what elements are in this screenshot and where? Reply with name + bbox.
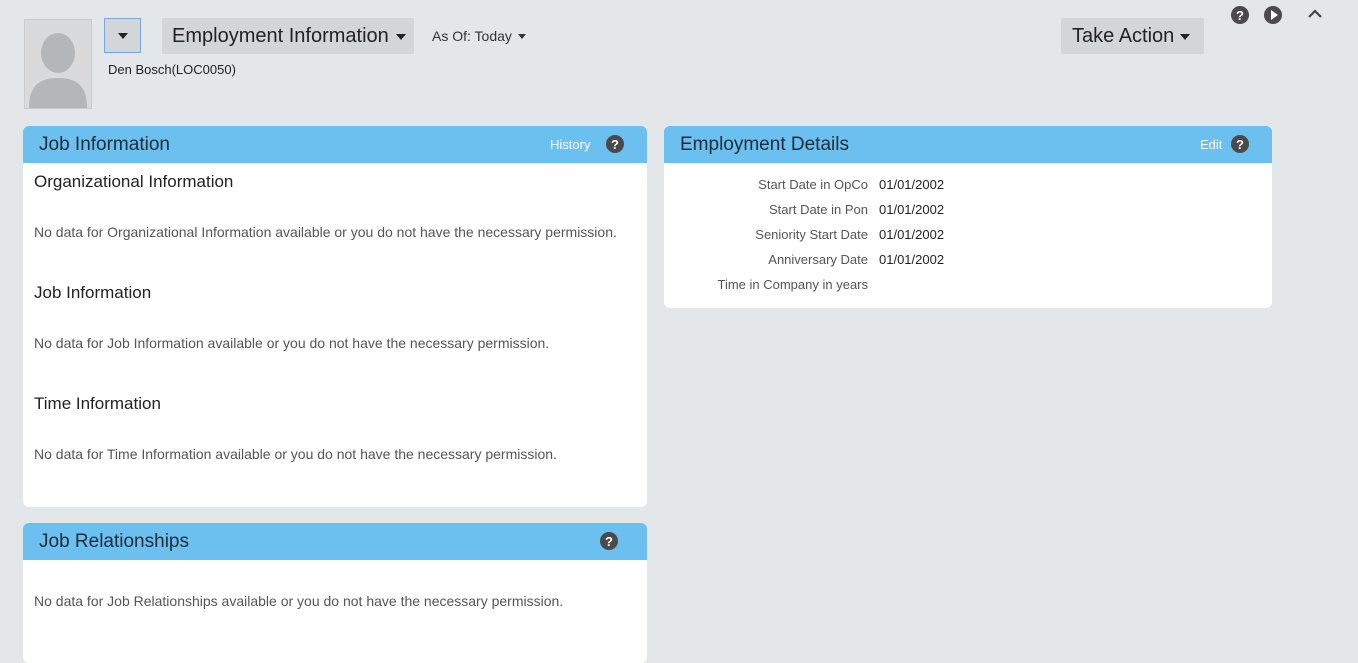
no-data-message: No data for Time Information available o… — [34, 446, 557, 462]
as-of-label: As Of: Today — [432, 28, 512, 44]
help-icon[interactable]: ? — [1231, 6, 1249, 24]
edit-link[interactable]: Edit — [1200, 137, 1222, 152]
detail-row: Start Date in OpCo 01/01/2002 — [664, 177, 1272, 195]
chevron-down-icon — [517, 33, 526, 39]
employment-details-header: Employment Details Edit ? — [664, 126, 1272, 163]
help-icon[interactable]: ? — [600, 532, 618, 550]
chevron-down-icon — [395, 34, 406, 40]
section-title-job: Job Information — [34, 283, 152, 302]
card-title: Employment Details — [680, 134, 849, 155]
job-information-header: Job Information History ? — [23, 126, 647, 163]
detail-value: 01/01/2002 — [879, 202, 945, 217]
view-selector-dropdown[interactable]: Employment Information — [162, 18, 414, 54]
job-information-card: Job Information History ? Organizational… — [23, 126, 647, 507]
no-data-message: No data for Organizational Information a… — [34, 224, 617, 240]
employee-name: Den Bosch(LOC0050) — [108, 62, 236, 77]
chevron-down-icon — [1180, 34, 1191, 40]
take-action-button[interactable]: Take Action — [1061, 18, 1204, 54]
detail-row: Time in Company in years — [664, 277, 1272, 295]
card-title: Job Information — [39, 134, 170, 155]
as-of-date-dropdown[interactable]: As Of: Today — [432, 28, 526, 44]
history-link[interactable]: History — [550, 137, 590, 152]
detail-row: Anniversary Date 01/01/2002 — [664, 252, 1272, 270]
detail-label: Seniority Start Date — [755, 227, 868, 242]
detail-row: Start Date in Pon 01/01/2002 — [664, 202, 1272, 220]
detail-label: Start Date in OpCo — [758, 177, 868, 192]
detail-label: Start Date in Pon — [769, 202, 868, 217]
job-relationships-card: Job Relationships ? No data for Job Rela… — [23, 523, 647, 663]
help-icon[interactable]: ? — [606, 135, 624, 153]
employee-avatar[interactable] — [24, 19, 92, 109]
play-icon[interactable] — [1264, 6, 1282, 24]
collapse-chevron-icon[interactable] — [1306, 6, 1324, 20]
employment-details-card: Employment Details Edit ? Start Date in … — [664, 126, 1272, 308]
detail-label: Anniversary Date — [768, 252, 868, 267]
section-title-organizational: Organizational Information — [34, 172, 234, 191]
help-icon[interactable]: ? — [1231, 135, 1249, 153]
avatar-placeholder-icon — [25, 20, 91, 108]
job-relationships-header: Job Relationships ? — [23, 523, 647, 560]
detail-value: 01/01/2002 — [879, 227, 945, 242]
no-data-message: No data for Job Information available or… — [34, 335, 550, 351]
take-action-label: Take Action — [1072, 24, 1175, 47]
card-title: Job Relationships — [39, 531, 189, 552]
detail-value: 01/01/2002 — [879, 252, 945, 267]
detail-label: Time in Company in years — [717, 277, 868, 292]
employee-menu-toggle[interactable] — [104, 18, 141, 53]
section-title-time: Time Information — [34, 394, 161, 413]
detail-row: Seniority Start Date 01/01/2002 — [664, 227, 1272, 245]
no-data-message: No data for Job Relationships available … — [34, 593, 564, 609]
view-selector-label: Employment Information — [172, 24, 389, 47]
chevron-down-icon — [117, 32, 128, 39]
detail-value: 01/01/2002 — [879, 177, 945, 192]
